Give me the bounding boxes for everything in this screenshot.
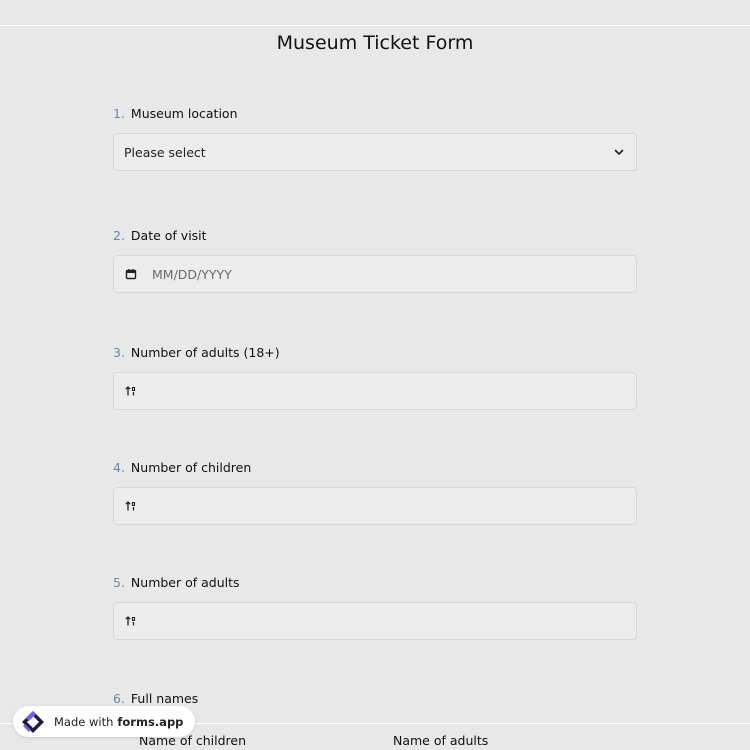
full-names-table-header: Name of children Name of adults (113, 733, 637, 750)
question-number: 3. (113, 345, 125, 360)
chevron-down-icon (612, 145, 626, 159)
form-page: Museum Ticket Form 1. Museum location Pl… (0, 0, 750, 750)
form-title: Museum Ticket Form (276, 32, 474, 54)
question-number: 5. (113, 575, 125, 590)
question-number: 1. (113, 106, 125, 121)
question-date-of-visit: 2. Date of visit MM/DD/YYYY (113, 227, 637, 293)
badge-prefix: Made with (54, 714, 114, 729)
question-label: 3. Number of adults (18+) (113, 344, 637, 362)
question-text: Full names (130, 691, 199, 706)
question-text: Number of children (130, 460, 252, 475)
question-label: 1. Museum location (113, 105, 637, 123)
question-label: 6. Full names (113, 690, 637, 708)
question-museum-location: 1. Museum location Please select (113, 105, 637, 171)
question-number: 2. (113, 228, 125, 243)
question-full-names: 6. Full names (113, 690, 637, 708)
question-label: 4. Number of children (113, 459, 637, 477)
question-label: 2. Date of visit (113, 227, 637, 245)
question-text: Number of adults (130, 575, 240, 590)
number-of-adults-18-input[interactable] (113, 372, 637, 410)
number-of-adults-input[interactable] (113, 602, 637, 640)
date-placeholder: MM/DD/YYYY (152, 266, 232, 282)
calendar-icon (124, 267, 138, 281)
question-text: Museum location (130, 106, 238, 121)
question-number: 6. (113, 691, 125, 706)
select-value: Please select (124, 144, 206, 160)
made-with-forms-app-badge[interactable]: Made with forms.app (13, 706, 196, 737)
question-number-of-children: 4. Number of children (113, 459, 637, 525)
sort-number-icon (124, 499, 138, 513)
column-header-adults: Name of adults (393, 733, 489, 748)
sort-number-icon (124, 614, 138, 628)
question-text: Date of visit (130, 228, 207, 243)
sort-number-icon (124, 384, 138, 398)
forms-app-logo-icon (19, 708, 47, 736)
top-divider (0, 25, 750, 26)
number-of-children-input[interactable] (113, 487, 637, 525)
question-text: Number of adults (18+) (130, 345, 280, 360)
question-number-of-adults: 5. Number of adults (113, 574, 637, 640)
badge-brand: forms.app (117, 714, 184, 729)
museum-location-select[interactable]: Please select (113, 133, 637, 171)
question-label: 5. Number of adults (113, 574, 637, 592)
question-number-of-adults-18: 3. Number of adults (18+) (113, 344, 637, 410)
date-of-visit-input[interactable]: MM/DD/YYYY (113, 255, 637, 293)
question-number: 4. (113, 460, 125, 475)
